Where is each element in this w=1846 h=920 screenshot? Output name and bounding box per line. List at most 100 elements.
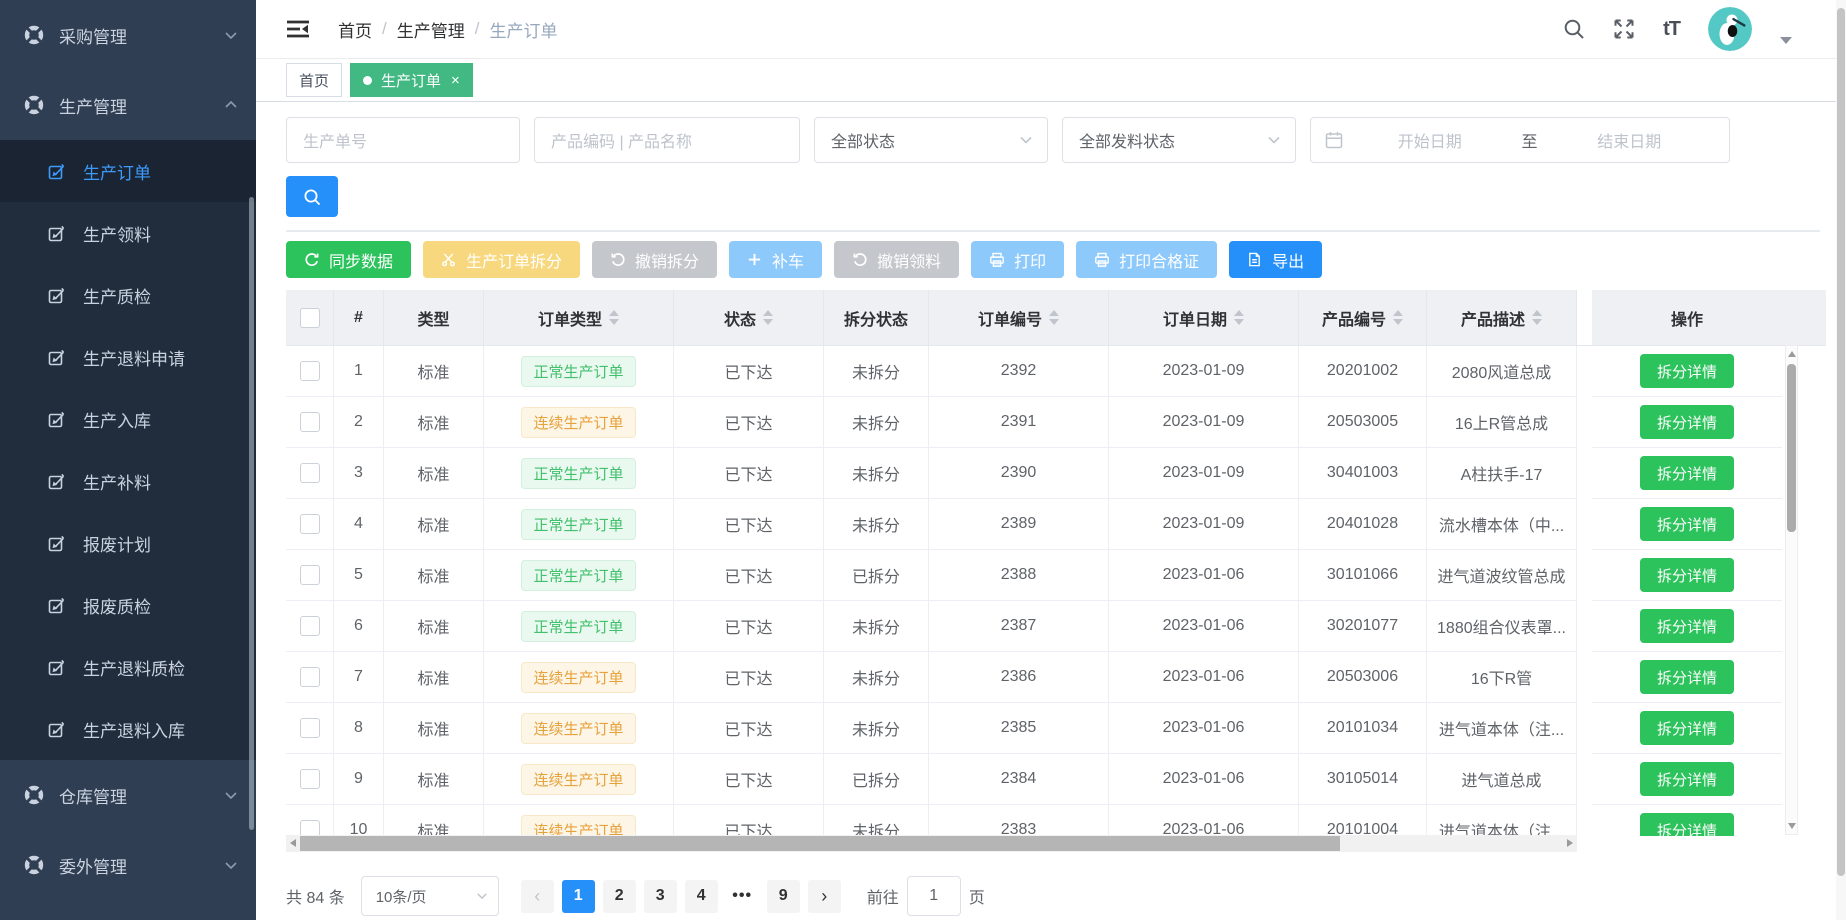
column-header-status[interactable]: 状态 xyxy=(674,290,824,345)
sidebar-item-1-0[interactable]: 生产订单 xyxy=(0,140,256,202)
sidebar-group-2[interactable]: 仓库管理 xyxy=(0,760,256,830)
split-detail-button[interactable]: 拆分详情 xyxy=(1640,558,1734,592)
row-checkbox[interactable] xyxy=(300,820,320,836)
page-size-select[interactable]: 10条/页 xyxy=(361,876,499,916)
hamburger-collapse-icon[interactable] xyxy=(286,19,310,39)
sidebar-group-1[interactable]: 生产管理 xyxy=(0,70,256,140)
row-checkbox[interactable] xyxy=(300,463,320,483)
tab-home[interactable]: 首页 xyxy=(286,63,342,97)
split-detail-button[interactable]: 拆分详情 xyxy=(1640,813,1734,836)
sidebar-item-1-1[interactable]: 生产领料 xyxy=(0,202,256,264)
sort-icon[interactable] xyxy=(1234,310,1244,325)
fixed-column-gap xyxy=(1577,754,1592,805)
sidebar-item-1-9[interactable]: 生产退料入库 xyxy=(0,698,256,760)
split-detail-button[interactable]: 拆分详情 xyxy=(1640,354,1734,388)
goto-page-input[interactable] xyxy=(907,876,961,916)
page-scrollbar[interactable] xyxy=(1836,0,1846,920)
font-size-icon[interactable]: tT xyxy=(1663,18,1680,41)
column-header-check[interactable] xyxy=(286,290,334,345)
page-scroll-thumb[interactable] xyxy=(1837,8,1845,876)
column-header-order_date[interactable]: 订单日期 xyxy=(1109,290,1299,345)
action-button-7[interactable]: 导出 xyxy=(1229,241,1322,278)
sort-icon[interactable] xyxy=(1393,310,1403,325)
select-all-checkbox[interactable] xyxy=(300,308,320,328)
sidebar-group-0[interactable]: 采购管理 xyxy=(0,0,256,70)
page-button-9[interactable]: 9 xyxy=(767,880,800,913)
column-header-product_desc[interactable]: 产品描述 xyxy=(1427,290,1577,345)
page-button-3[interactable]: 3 xyxy=(644,880,677,913)
action-button-4[interactable]: 撤销领料 xyxy=(834,241,959,278)
sidebar-item-1-3[interactable]: 生产退料申请 xyxy=(0,326,256,388)
sidebar-item-1-2[interactable]: 生产质检 xyxy=(0,264,256,326)
status-select[interactable]: 全部状态 xyxy=(814,117,1048,163)
action-button-6[interactable]: 打印合格证 xyxy=(1076,241,1217,278)
more-pages-icon[interactable]: ••• xyxy=(726,887,759,905)
search-button[interactable] xyxy=(286,176,338,217)
close-icon[interactable]: × xyxy=(451,73,460,88)
column-header-product_no[interactable]: 产品编号 xyxy=(1299,290,1427,345)
split-detail-button[interactable]: 拆分详情 xyxy=(1640,609,1734,643)
row-checkbox[interactable] xyxy=(300,565,320,585)
page-button-1[interactable]: 1 xyxy=(562,880,595,913)
split-detail-button[interactable]: 拆分详情 xyxy=(1640,456,1734,490)
action-button-3[interactable]: 补车 xyxy=(729,241,822,278)
row-checkbox[interactable] xyxy=(300,616,320,636)
row-checkbox[interactable] xyxy=(300,769,320,789)
scroll-right-icon[interactable] xyxy=(1567,839,1573,847)
date-range-picker[interactable]: 开始日期 至 结束日期 xyxy=(1310,117,1730,163)
table-vertical-scrollbar[interactable] xyxy=(1785,345,1798,835)
sidebar-item-1-4[interactable]: 生产入库 xyxy=(0,388,256,450)
breadcrumb-home[interactable]: 首页 xyxy=(338,17,372,42)
split-detail-button[interactable]: 拆分详情 xyxy=(1640,405,1734,439)
column-header-order_type[interactable]: 订单类型 xyxy=(484,290,674,345)
action-button-0[interactable]: 同步数据 xyxy=(286,241,411,278)
sort-icon[interactable] xyxy=(763,310,773,325)
cell-action: 拆分详情 xyxy=(1592,499,1782,550)
sidebar-group-3[interactable]: 委外管理 xyxy=(0,830,256,900)
row-checkbox[interactable] xyxy=(300,718,320,738)
row-checkbox[interactable] xyxy=(300,361,320,381)
vertical-scroll-thumb[interactable] xyxy=(1787,364,1796,532)
split-detail-button[interactable]: 拆分详情 xyxy=(1640,762,1734,796)
sidebar-scrollbar[interactable] xyxy=(249,197,254,830)
column-header-order_no[interactable]: 订单编号 xyxy=(929,290,1109,345)
split-detail-button[interactable]: 拆分详情 xyxy=(1640,660,1734,694)
sidebar-item-1-6[interactable]: 报废计划 xyxy=(0,512,256,574)
avatar[interactable] xyxy=(1708,7,1752,51)
fullscreen-icon[interactable] xyxy=(1613,18,1635,40)
sidebar-item-1-5[interactable]: 生产补料 xyxy=(0,450,256,512)
cell-split_status: 未拆分 xyxy=(824,652,929,703)
chevron-down-icon xyxy=(1019,133,1033,147)
product-search-input[interactable]: 产品编码 | 产品名称 xyxy=(534,117,800,163)
split-detail-button[interactable]: 拆分详情 xyxy=(1640,711,1734,745)
production-no-input[interactable]: 生产单号 xyxy=(286,117,520,163)
sidebar-item-1-8[interactable]: 生产退料质检 xyxy=(0,636,256,698)
sort-icon[interactable] xyxy=(609,310,619,325)
search-icon[interactable] xyxy=(1563,18,1585,40)
sort-icon[interactable] xyxy=(1532,310,1542,325)
order-type-badge: 正常生产订单 xyxy=(521,560,635,591)
action-button-1[interactable]: 生产订单拆分 xyxy=(423,241,580,278)
scroll-down-icon[interactable] xyxy=(1788,823,1796,829)
row-checkbox[interactable] xyxy=(300,412,320,432)
action-button-5[interactable]: 打印 xyxy=(971,241,1064,278)
action-button-2[interactable]: 撤销拆分 xyxy=(592,241,717,278)
next-page-button[interactable]: › xyxy=(808,880,841,913)
page-button-2[interactable]: 2 xyxy=(603,880,636,913)
row-checkbox[interactable] xyxy=(300,514,320,534)
split-detail-button[interactable]: 拆分详情 xyxy=(1640,507,1734,541)
scroll-left-icon[interactable] xyxy=(290,839,296,847)
page-button-4[interactable]: 4 xyxy=(685,880,718,913)
scroll-up-icon[interactable] xyxy=(1788,351,1796,357)
breadcrumb-production[interactable]: 生产管理 xyxy=(397,17,465,42)
horizontal-scroll-thumb[interactable] xyxy=(300,836,1340,851)
caret-down-icon[interactable] xyxy=(1780,37,1792,44)
sort-icon[interactable] xyxy=(1049,310,1059,325)
tab-production-order[interactable]: 生产订单 × xyxy=(350,63,473,97)
table-horizontal-scrollbar[interactable] xyxy=(286,835,1577,852)
prev-page-button[interactable]: ‹ xyxy=(521,880,554,913)
cell-product_desc: 进气道本体（注... xyxy=(1427,805,1577,836)
supply-status-select[interactable]: 全部发料状态 xyxy=(1062,117,1296,163)
row-checkbox[interactable] xyxy=(300,667,320,687)
sidebar-item-1-7[interactable]: 报废质检 xyxy=(0,574,256,636)
